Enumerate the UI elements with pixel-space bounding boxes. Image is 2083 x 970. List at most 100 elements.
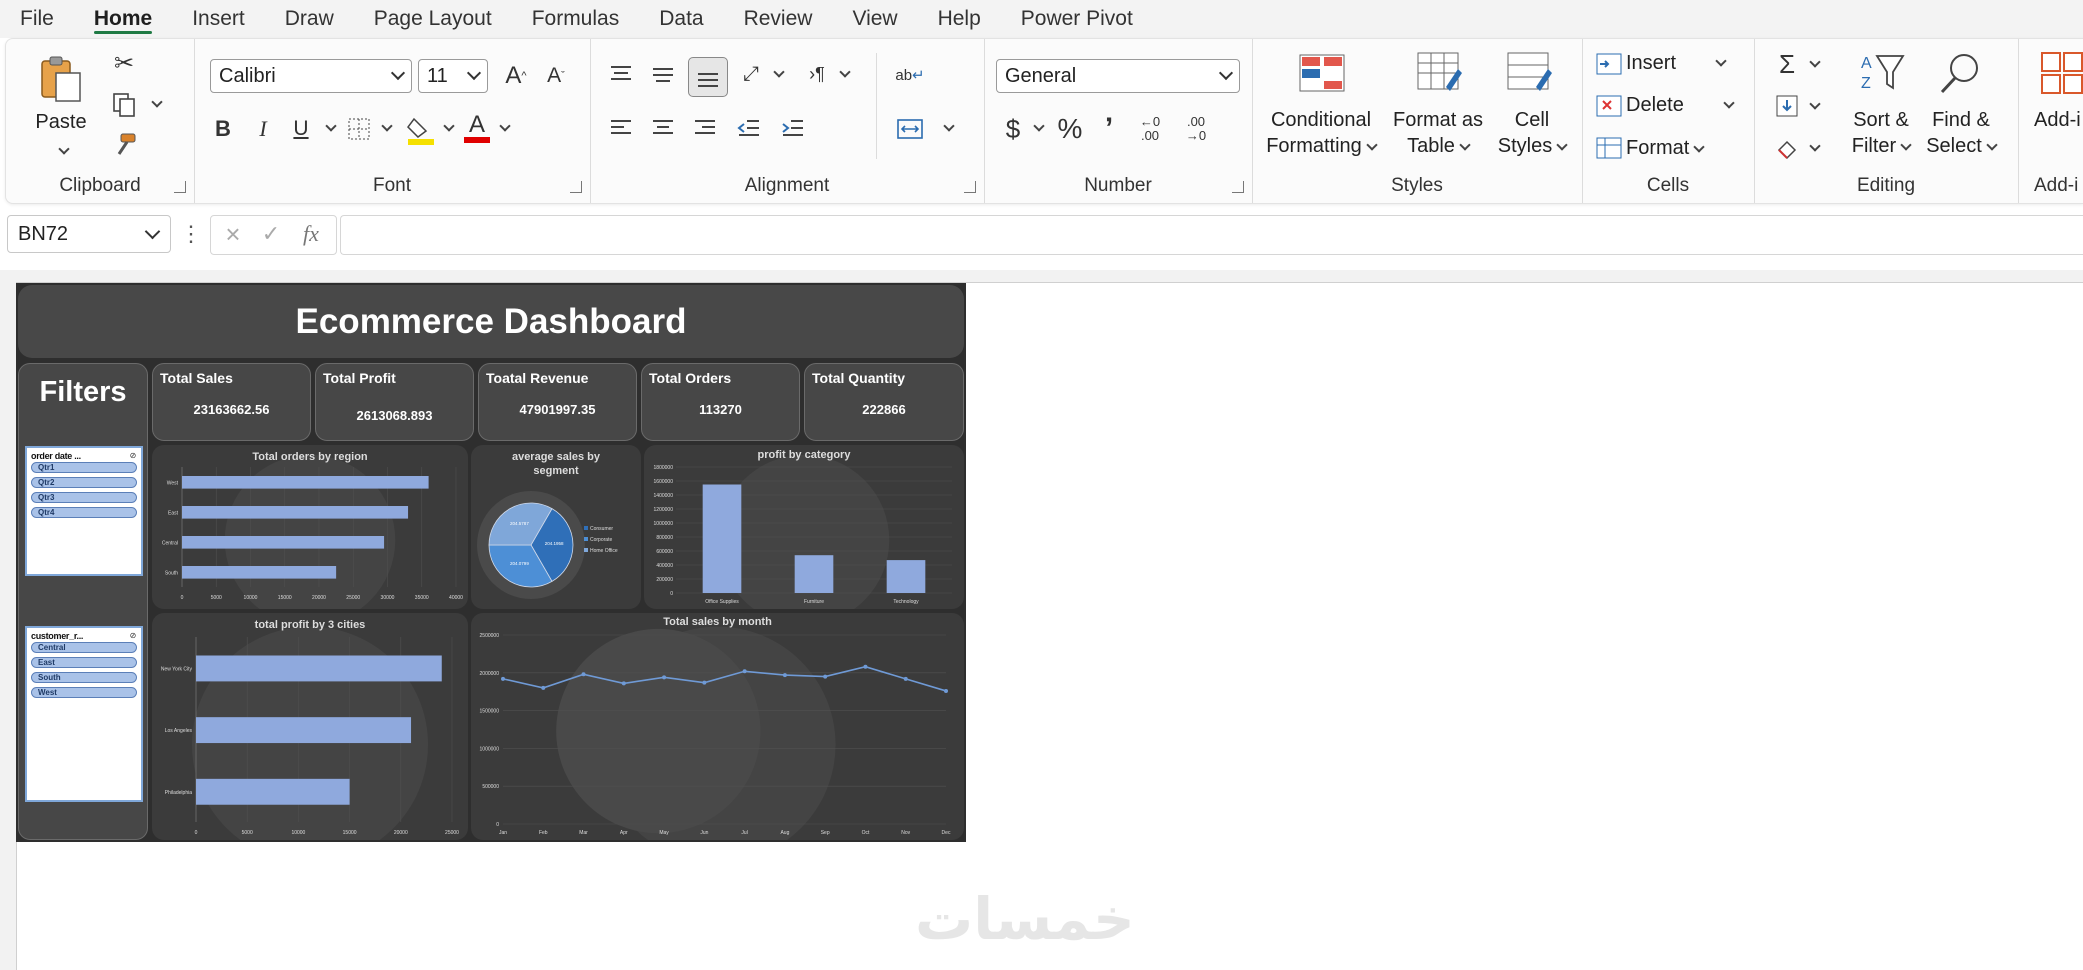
borders-icon[interactable] — [344, 113, 374, 145]
slicer-item[interactable]: Central — [31, 642, 137, 653]
format-cells-icon[interactable] — [1596, 135, 1622, 161]
column-headers[interactable] — [0, 270, 2083, 283]
align-right-icon[interactable] — [688, 111, 722, 145]
number-format-combo[interactable]: General — [996, 59, 1240, 93]
cell-styles-label[interactable]: Cell Styles — [1492, 107, 1572, 159]
paste-icon[interactable] — [36, 53, 86, 103]
chart-orders-by-region[interactable]: Total orders by region 0 5000 10000 15000 200… — [152, 445, 468, 609]
orientation-icon[interactable]: ⤢ — [734, 57, 768, 91]
underline-icon[interactable]: U — [286, 113, 316, 145]
insert-function-icon[interactable]: fx — [295, 220, 327, 248]
paste-button-label[interactable]: Paste — [31, 109, 91, 135]
decrease-indent-icon[interactable] — [732, 111, 766, 145]
chevron-down-icon[interactable] — [376, 117, 393, 141]
addins-icon[interactable] — [2040, 51, 2083, 95]
menu-file[interactable]: File — [0, 0, 74, 38]
format-painter-icon[interactable] — [110, 131, 138, 159]
chevron-down-icon[interactable] — [1804, 55, 1821, 75]
slicer-item[interactable]: Qtr4 — [31, 507, 137, 518]
chevron-down-icon[interactable] — [494, 117, 511, 141]
chevron-down-icon[interactable] — [1710, 54, 1727, 74]
copy-icon[interactable] — [110, 91, 138, 119]
align-left-icon[interactable] — [604, 111, 638, 145]
menu-page-layout[interactable]: Page Layout — [354, 0, 512, 38]
clear-icon[interactable] — [1772, 133, 1802, 163]
chart-sales-by-month[interactable]: Total sales by month 0 500000 1000000 150000… — [471, 613, 964, 840]
slicer-item[interactable]: Qtr3 — [31, 492, 137, 503]
conditional-formatting-label[interactable]: Conditional Formatting — [1258, 107, 1384, 159]
increase-indent-icon[interactable] — [776, 111, 810, 145]
chevron-down-icon[interactable] — [1718, 96, 1735, 116]
bold-icon[interactable]: B — [208, 113, 238, 145]
chevron-down-icon[interactable] — [834, 65, 851, 85]
menu-view[interactable]: View — [832, 0, 917, 38]
clear-filter-icon[interactable]: ⊘ — [127, 630, 139, 640]
format-cells-label[interactable]: Format — [1626, 135, 1706, 161]
more-options-icon[interactable]: ⋮ — [180, 221, 202, 246]
menu-data[interactable]: Data — [639, 0, 723, 38]
name-box[interactable]: BN72 — [7, 215, 171, 253]
chart-profit-by-cities[interactable]: total profit by 3 cities 0 5000 10000 15000 2… — [152, 613, 468, 840]
insert-cells-icon[interactable] — [1596, 51, 1622, 77]
fill-icon[interactable] — [1772, 91, 1802, 121]
fill-color-icon[interactable] — [404, 111, 438, 147]
font-name-combo[interactable]: Calibri — [210, 59, 412, 93]
align-bottom-icon[interactable] — [688, 57, 728, 97]
menu-draw[interactable]: Draw — [265, 0, 354, 38]
menu-review[interactable]: Review — [724, 0, 833, 38]
autosum-icon[interactable]: Σ — [1772, 49, 1802, 79]
slicer-item[interactable]: East — [31, 657, 137, 668]
align-center-icon[interactable] — [646, 111, 680, 145]
cut-icon[interactable]: ✂ — [110, 49, 138, 77]
merge-center-icon[interactable] — [890, 111, 930, 147]
row-headers[interactable] — [0, 282, 17, 970]
slicer-item[interactable]: Qtr1 — [31, 462, 137, 473]
menu-help[interactable]: Help — [918, 0, 1001, 38]
chevron-down-icon[interactable] — [1804, 139, 1821, 159]
align-top-icon[interactable] — [604, 57, 638, 91]
chevron-down-icon[interactable] — [144, 223, 161, 240]
chevron-down-icon[interactable] — [320, 117, 337, 141]
chevron-down-icon[interactable] — [768, 65, 785, 85]
chevron-down-icon[interactable] — [1804, 97, 1821, 117]
chevron-down-icon[interactable] — [146, 95, 163, 115]
format-as-table-icon[interactable] — [1414, 51, 1466, 95]
chevron-down-icon[interactable] — [438, 117, 455, 141]
number-launcher-icon[interactable] — [1232, 181, 1244, 193]
cancel-icon[interactable]: × — [219, 219, 247, 249]
find-select-icon[interactable] — [1934, 49, 1984, 97]
grow-font-icon[interactable]: A ^ — [499, 61, 533, 91]
chevron-down-icon[interactable] — [1028, 119, 1045, 139]
slicer-item[interactable]: West — [31, 687, 137, 698]
sort-filter-icon[interactable]: AZ — [1858, 49, 1908, 97]
delete-cells-icon[interactable] — [1596, 93, 1622, 119]
text-direction-icon[interactable]: ›¶ — [800, 57, 834, 91]
chevron-down-icon[interactable] — [938, 119, 955, 139]
menu-home[interactable]: Home — [74, 0, 172, 38]
align-middle-icon[interactable] — [646, 57, 680, 91]
chart-sales-by-segment[interactable]: average sales by segment 204.1958 204.0799 2… — [471, 445, 641, 609]
slicer-customer-region[interactable]: customer_r... ⊘ Central East South West — [25, 626, 143, 802]
alignment-launcher-icon[interactable] — [964, 181, 976, 193]
enter-icon[interactable]: ✓ — [257, 220, 285, 248]
clear-filter-icon[interactable]: ⊘ — [127, 450, 139, 460]
format-as-table-label[interactable]: Format as Table — [1388, 107, 1488, 159]
menu-power-pivot[interactable]: Power Pivot — [1001, 0, 1153, 38]
percent-icon[interactable]: % — [1052, 111, 1088, 147]
formula-input[interactable] — [340, 215, 2083, 255]
addins-button-label[interactable]: Add-i — [2034, 107, 2081, 133]
increase-decimal-icon[interactable]: ←0.00 — [1130, 111, 1170, 147]
comma-style-icon[interactable]: ’ — [1094, 111, 1124, 147]
menu-formulas[interactable]: Formulas — [512, 0, 640, 38]
font-launcher-icon[interactable] — [570, 181, 582, 193]
font-color-icon[interactable]: A — [460, 109, 494, 147]
insert-cells-label[interactable]: Insert — [1626, 50, 1676, 76]
decrease-decimal-icon[interactable]: .00 →0 — [1176, 111, 1216, 147]
chart-profit-by-category[interactable]: profit by category 0 200000 400000 600000 800… — [644, 445, 964, 609]
menu-insert[interactable]: Insert — [172, 0, 265, 38]
delete-cells-label[interactable]: Delete — [1626, 92, 1684, 118]
find-select-label[interactable]: Find & Select — [1922, 107, 2000, 159]
italic-icon[interactable]: I — [248, 113, 278, 145]
slicer-item[interactable]: Qtr2 — [31, 477, 137, 488]
shrink-font-icon[interactable]: Aˇ — [539, 61, 573, 91]
